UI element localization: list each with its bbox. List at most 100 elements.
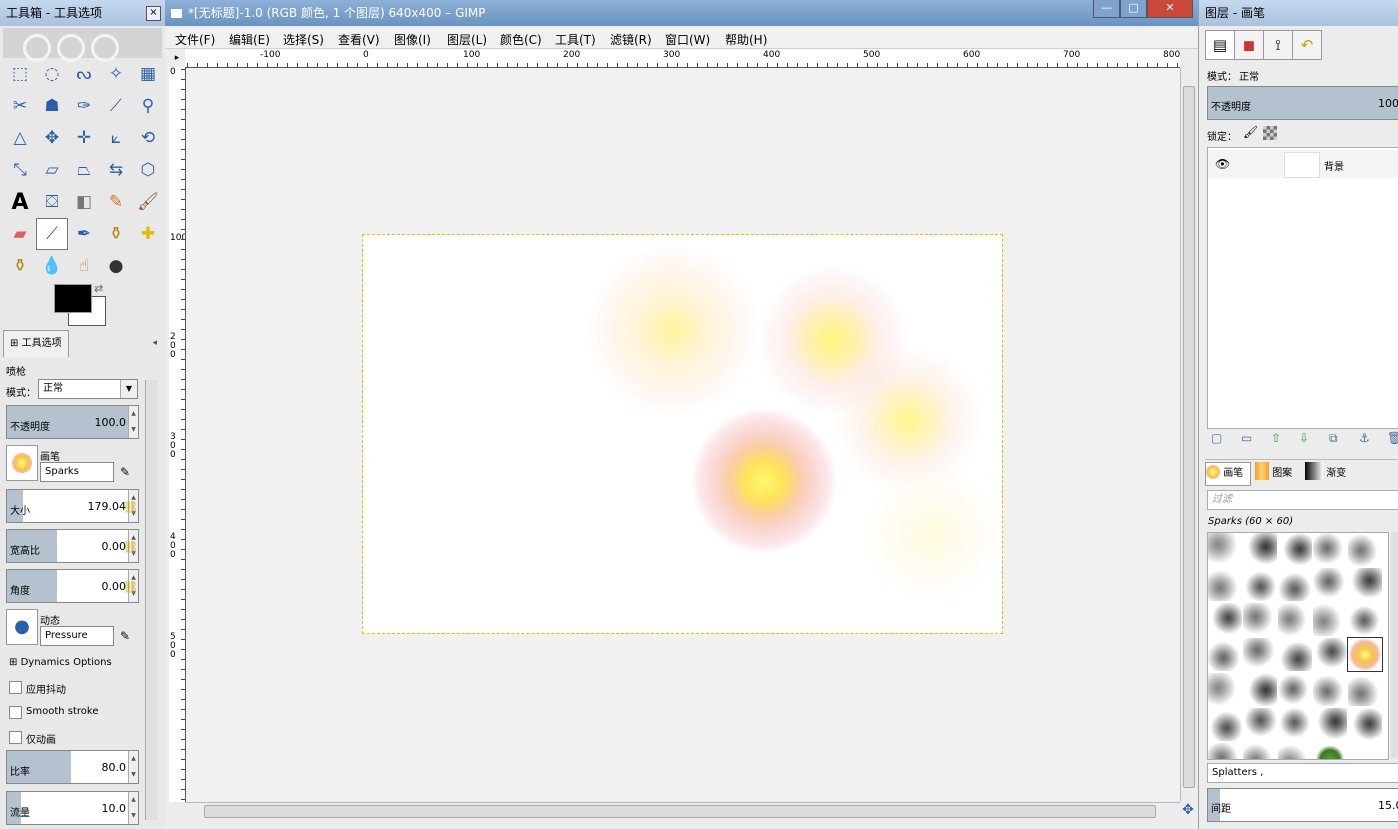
fuzzy-select-icon[interactable]: ✧ [100,58,132,90]
brush-thumb[interactable] [1243,743,1277,759]
opacity-spin-arrows[interactable]: ▲ ▼ [128,406,138,438]
jitter-checkbox[interactable] [9,681,22,694]
blend-icon[interactable]: ◧ [68,186,100,218]
paths-icon[interactable]: ✑ [68,90,100,122]
brush-thumb[interactable] [1348,743,1382,759]
minimize-button[interactable]: — [1093,0,1120,18]
color-select-icon[interactable]: ▦ [132,58,164,90]
paintbrush-icon[interactable]: 🖌 [132,186,164,218]
aspect-reset-icon[interactable]: ⛓ [123,540,138,554]
edit-dynamics-icon[interactable]: ✎ [120,629,130,643]
swap-colors-icon[interactable]: ⇄ [94,282,103,295]
menu-view[interactable]: 查看(V) [338,31,380,48]
ink-icon[interactable]: ✒ [68,218,100,250]
maximize-button[interactable]: □ [1120,0,1147,18]
tab-channels[interactable]: ◼ [1234,30,1264,60]
duplicate-layer-icon[interactable]: ⧉ [1329,431,1338,446]
shear-icon[interactable]: ▱ [36,154,68,186]
zoom-icon[interactable]: ⚲ [132,90,164,122]
brush-thumb[interactable] [1243,568,1277,601]
brush-thumb[interactable] [1348,533,1382,566]
horizontal-scrollbar[interactable] [186,802,1180,819]
blur-icon[interactable]: 💧 [36,250,68,282]
brush-thumb[interactable] [1313,603,1347,636]
eraser-icon[interactable]: ▰ [4,218,36,250]
brush-tags-input[interactable]: Splatters , [1207,763,1398,783]
cage-icon[interactable]: ⬡ [132,154,164,186]
airbrush-icon[interactable]: ⟋ [36,218,68,250]
tool-options-scrollbar[interactable] [145,380,158,820]
brush-thumb[interactable] [1348,603,1382,636]
perspective-clone-icon[interactable]: ⚱ [4,250,36,282]
brush-filter-input[interactable]: 过滤 [1207,490,1398,510]
image-canvas[interactable] [362,234,1003,634]
angle-reset-icon[interactable]: ⛓ [123,580,138,594]
measure-icon[interactable]: △ [4,122,36,154]
menu-select[interactable]: 选择(S) [283,31,324,48]
brush-thumb[interactable] [1313,743,1347,759]
horizontal-ruler[interactable]: -100 0 100 200 300 400 500 600 700 800 [185,49,1180,68]
motion-only-checkbox[interactable] [9,731,22,744]
eye-icon[interactable]: 👁 [1215,157,1230,171]
lock-pixels-icon[interactable]: 🖌 [1243,125,1258,139]
raise-layer-icon[interactable]: ⇧ [1271,431,1281,445]
ellipse-select-icon[interactable]: ◌ [36,58,68,90]
size-slider[interactable]: 大小 179.04 ▲ ▼ [6,489,139,523]
brush-thumb[interactable] [1208,638,1242,671]
perspective-icon[interactable]: ⏢ [68,154,100,186]
flip-icon[interactable]: ⇆ [100,154,132,186]
brush-thumb[interactable] [1313,673,1347,706]
size-reset-icon[interactable]: ⛓ [123,500,138,514]
brush-thumb[interactable] [1208,743,1242,759]
brush-thumb[interactable] [1278,568,1312,601]
smooth-stroke-checkbox[interactable] [9,706,22,719]
angle-slider[interactable]: 角度 0.00 ▲ ▼ [6,569,139,603]
brush-thumb[interactable] [1243,708,1277,741]
align-icon[interactable]: ✛ [68,122,100,154]
lock-alpha-icon[interactable] [1263,126,1277,140]
brush-thumb[interactable] [1278,743,1312,759]
brush-thumb[interactable] [1313,568,1347,601]
text-icon[interactable]: A [4,186,36,218]
tab-undo[interactable]: ↶ [1292,30,1322,60]
aspect-slider[interactable]: 宽高比 0.00 ▲ ▼ [6,529,139,563]
vertical-scrollbar[interactable] [1180,68,1197,801]
foreground-select-icon[interactable]: ☗ [36,90,68,122]
smudge-icon[interactable]: ☝ [68,250,100,282]
brush-spacing-slider[interactable]: 间距 15.0 [1207,788,1398,822]
rotate-icon[interactable]: ⟲ [132,122,164,154]
menu-filters[interactable]: 滤镜(R) [610,31,652,48]
vertical-scroll-thumb[interactable] [1183,86,1195,788]
new-group-icon[interactable]: ▭ [1241,431,1252,445]
brush-thumb[interactable] [1278,603,1312,636]
tab-patterns[interactable]: 图案 [1255,462,1299,484]
brush-thumb[interactable] [1313,638,1347,671]
toolbox-close-button[interactable]: × [146,6,161,21]
menu-file[interactable]: 文件(F) [175,31,215,48]
brush-thumb[interactable] [1313,533,1347,566]
menu-windows[interactable]: 窗口(W) [665,31,710,48]
brush-thumb[interactable] [1243,603,1277,636]
brush-thumb[interactable] [1278,533,1312,566]
menu-help[interactable]: 帮助(H) [725,31,767,48]
dynamics-name-field[interactable]: Pressure Opac [40,626,114,646]
wilber-drop-area[interactable] [3,28,162,62]
foreground-color-swatch[interactable] [54,284,92,313]
brush-thumb[interactable] [1243,673,1277,706]
pencil-icon[interactable]: ✎ [100,186,132,218]
horizontal-scroll-thumb[interactable] [204,805,1156,818]
flow-slider[interactable]: 流量 10.0 ▲ ▼ [6,791,139,825]
brush-thumb[interactable] [1348,708,1382,741]
menu-layer[interactable]: 图层(L) [447,31,487,48]
tab-menu-icon[interactable]: ◂ [152,338,157,348]
brush-thumb[interactable] [1348,673,1382,706]
layer-row[interactable]: 👁 背景 [1208,150,1398,178]
brush-name-field[interactable]: Sparks [40,462,114,482]
tab-gradients[interactable]: 渐变 [1305,462,1349,484]
tab-layers[interactable]: ▤ [1205,30,1235,60]
navigate-icon[interactable]: ✥ [1180,802,1196,818]
brush-thumb[interactable] [1208,568,1242,601]
dynamics-preview-button[interactable]: ● [6,609,38,645]
scissors-select-icon[interactable]: ✂ [4,90,36,122]
brush-thumb[interactable] [1208,603,1242,636]
